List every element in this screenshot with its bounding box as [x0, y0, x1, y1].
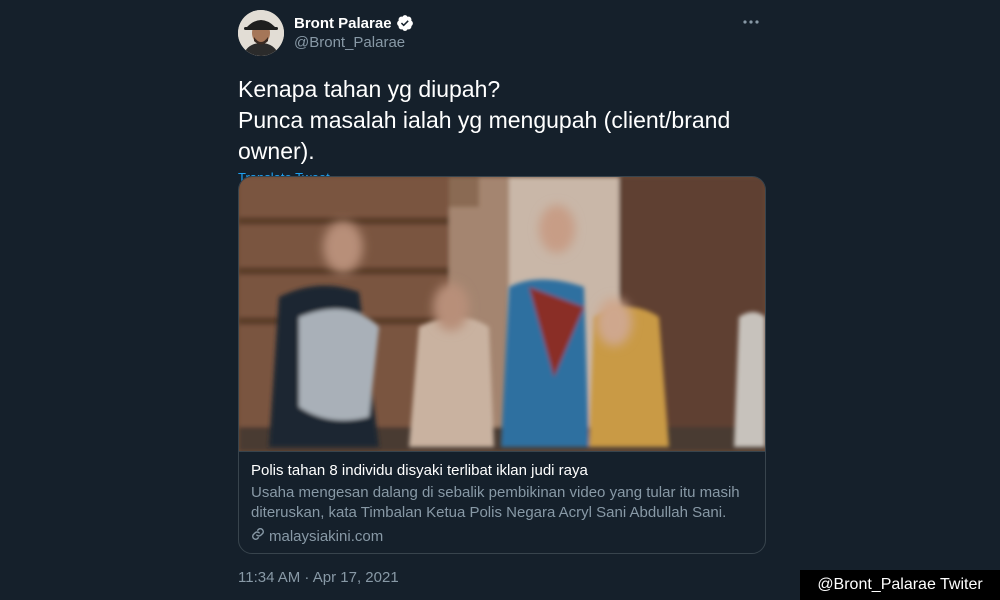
card-image [239, 177, 765, 451]
watermark: @Bront_Palarae Twiter [800, 570, 1000, 600]
link-card[interactable]: Polis tahan 8 individu disyaki terlibat … [238, 176, 766, 554]
card-description: Usaha mengesan dalang di sebalik pembiki… [251, 484, 740, 521]
avatar-image [238, 10, 284, 56]
verified-badge-icon [396, 14, 414, 32]
card-title: Polis tahan 8 individu disyaki terlibat … [251, 462, 588, 479]
card-body: Polis tahan 8 individu disyaki terlibat … [239, 451, 765, 545]
card-domain: malaysiakini.com [251, 527, 753, 545]
display-name[interactable]: Bront Palarae [294, 14, 414, 32]
tweet-text: Kenapa tahan yg diupah? Punca masalah ia… [238, 76, 731, 164]
tweet-timestamp[interactable]: 11:34 AM · Apr 17, 2021 [238, 569, 399, 586]
tweet-header: Bront Palarae @Bront_Palarae [238, 10, 766, 56]
avatar[interactable] [238, 10, 284, 56]
more-options-icon[interactable] [736, 10, 766, 34]
card-domain-text: malaysiakini.com [269, 527, 384, 545]
tweet: Bront Palarae @Bront_Palarae Kenapa taha… [238, 10, 766, 586]
user-handle[interactable]: @Bront_Palarae [294, 34, 405, 51]
display-name-text: Bront Palarae [294, 14, 392, 32]
link-icon [251, 527, 265, 545]
